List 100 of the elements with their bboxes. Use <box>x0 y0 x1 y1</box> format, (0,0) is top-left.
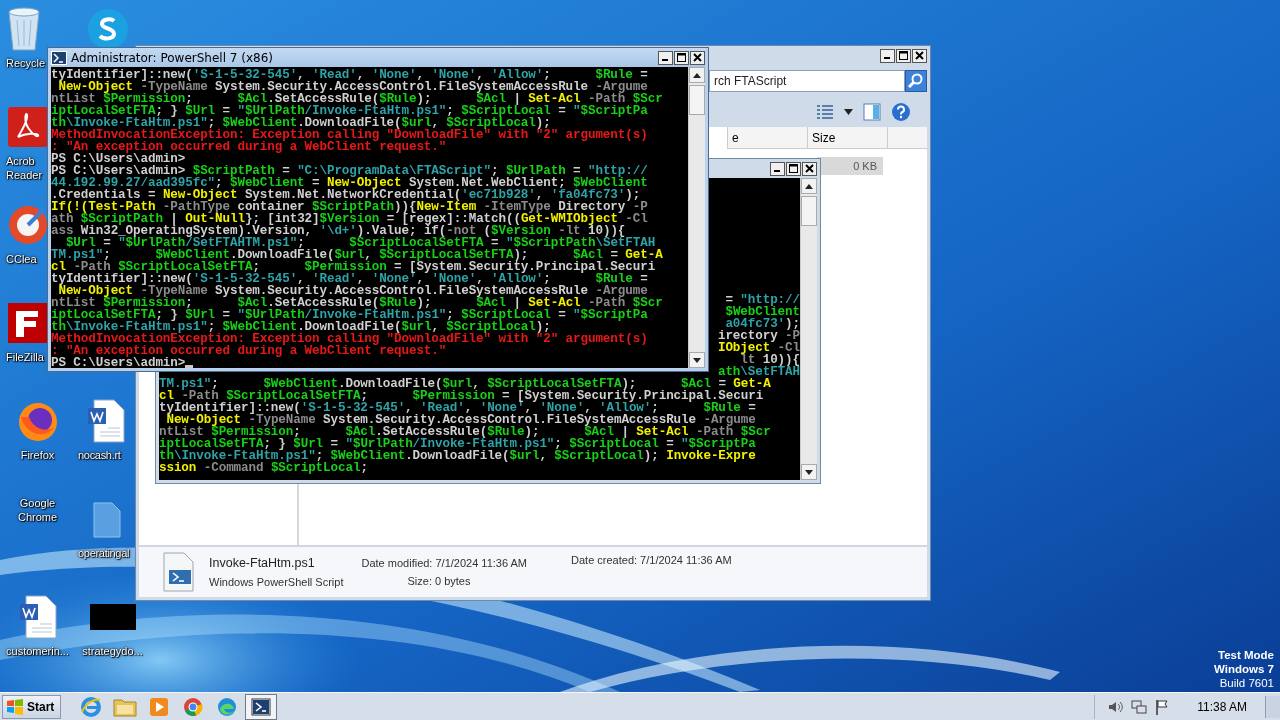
edge-icon <box>217 696 238 717</box>
desktop-icon-label[interactable]: Acrob Reader <box>6 154 43 182</box>
system-info-text: Windows 7 <box>1214 662 1274 676</box>
window-title: Administrator: PowerShell 7 (x86) <box>71 50 274 65</box>
start-button[interactable]: Start <box>2 694 62 719</box>
close-icon <box>915 51 924 60</box>
file-type: Windows PowerShell Script <box>209 576 344 588</box>
file-row[interactable]: 0 KB <box>817 157 883 175</box>
browser-icon <box>80 695 103 718</box>
chrome-icon <box>183 696 204 717</box>
maximize-button[interactable] <box>786 161 801 176</box>
console-line: $Url = "$UrlPath/SetFTAHTM.ps1"; $ScriptLocalSetFTA = "$ScriptPath\SetFTAH <box>65 237 656 249</box>
column-header[interactable]: Size <box>807 127 887 149</box>
recycle-bin-icon <box>6 6 42 52</box>
maximize-icon <box>677 53 686 62</box>
desktop-icon-label[interactable]: customerin... <box>6 644 69 658</box>
console-line: ath\SetFTAH <box>717 366 800 378</box>
column-header[interactable]: e <box>727 127 807 149</box>
scrollbar-thumb[interactable] <box>689 85 705 115</box>
console-line: iptLocalSetFTA; } $Url = "$UrlPath/Invoke-FtaHtm.ps1"; $ScriptLocal = "$ScriptPa <box>51 105 648 117</box>
maximize-icon <box>899 51 908 60</box>
close-button[interactable] <box>690 50 705 65</box>
console-line: cl -Path $ScriptLocalSetFTA; $Permission = [System.Security.Principal.Securi <box>159 390 764 402</box>
file-size: Size: 0 bytes <box>407 575 472 587</box>
console-line: th\Invoke-FtaHtm.ps1"; $WebClient.DownloadFile($url, $ScriptLocal); <box>51 321 551 333</box>
console-line: PS C:\Users\admin> <box>51 357 186 368</box>
powershell-icon <box>251 697 272 716</box>
console-line: a04fc73'); <box>725 318 800 330</box>
taskbar-button[interactable] <box>245 693 278 720</box>
maximize-button[interactable] <box>896 48 911 63</box>
console-line: ass Win32_OperatingSystem).Version, '\d+').Value; if(-not ($Version -lt 10)){ <box>51 225 626 237</box>
console-line: ntList $Permission; $Acl.SetAccessRule($Rule); $Acl | Set-Acl -Path $Scr <box>51 297 663 309</box>
console-line: = "http:// <box>724 294 800 306</box>
search-icon <box>908 73 924 89</box>
console-line: iptLocalSetFTA; } $Url = "$UrlPath/Invoke-FtaHtm.ps1"; $ScriptLocal = "$ScriptPa <box>159 438 756 450</box>
console-line: .Credentials = New-Object System.Net.NetworkCredential('ec71b928', 'fa04fc73'); <box>51 189 641 201</box>
minimize-button[interactable] <box>880 48 895 63</box>
console-line: tyIdentifier]::new('S-1-5-32-545', 'Read', 'None', 'None', 'Allow'; $Rule = <box>51 273 648 285</box>
scroll-down-icon[interactable] <box>805 469 813 475</box>
console-line: MethodInvocationException: Exception calling "DownloadFile" with "2" argument(s) <box>51 129 648 141</box>
folder-icon <box>113 696 138 717</box>
console-line: New-Object -TypeName System.Security.AccessControl.FileSystemAccessRule -Argume <box>58 81 648 93</box>
media-player-icon <box>149 696 170 717</box>
console-line: TM.ps1"; $WebClient.DownloadFile($url, $ScriptLocalSetFTA); $Acl = Get-A <box>51 249 663 261</box>
close-button[interactable] <box>802 161 817 176</box>
scrollbar-thumb[interactable] <box>801 196 817 226</box>
console-line: 44.192.99.27/aad395fc"; $WebClient = New-Object System.Net.WebClient; $WebClient <box>51 177 648 189</box>
console-line: MethodInvocationException: Exception calling "DownloadFile" with "2" argument(s) <box>51 333 648 345</box>
document-icon <box>86 398 126 444</box>
system-info-text: Test Mode <box>1218 648 1274 662</box>
console-line: tyIdentifier]::new('S-1-5-32-545', 'Read', 'None', 'None', 'Allow'; $Rule = <box>159 402 756 414</box>
caret-icon[interactable] <box>844 109 853 115</box>
console-line: $WebClient <box>725 306 800 318</box>
console-line: New-Object -TypeName System.Security.AccessControl.FileSystemAccessRule -Argume <box>166 414 756 426</box>
console-line: : "An exception occurred during a WebClient request." <box>51 345 447 357</box>
scroll-up-icon[interactable] <box>693 72 701 78</box>
console-line: TM.ps1"; $WebClient.DownloadFile($url, $ScriptLocalSetFTA); $Acl = Get-A <box>159 378 771 390</box>
filezilla-app-icon <box>6 300 50 346</box>
desktop-icon-label[interactable]: FileZilla <box>6 350 44 364</box>
desktop-icon-label[interactable]: Google Chrome <box>1 496 74 524</box>
search-button[interactable] <box>905 70 927 92</box>
help-icon[interactable] <box>891 102 911 122</box>
powershell-icon <box>51 50 67 65</box>
desktop-icon-label[interactable]: Recycle <box>6 56 46 70</box>
console-line: tyIdentifier]::new('S-1-5-32-545', 'Read', 'None', 'None', 'Allow'; $Rule = <box>51 69 648 81</box>
console-line: lt 10)){ <box>740 354 800 366</box>
maximize-icon <box>789 164 798 173</box>
desktop-icon-label[interactable]: nocash.rt <box>78 448 121 462</box>
document-icon <box>17 594 58 640</box>
date-modified: Date modified: 7/1/2024 11:36 AM <box>361 557 527 569</box>
close-button[interactable] <box>912 48 927 63</box>
flag-icon[interactable] <box>1155 698 1170 715</box>
console-line: PS C:\Users\admin> <box>51 153 186 165</box>
scroll-down-icon[interactable] <box>693 357 701 363</box>
console-line: New-Object -TypeName System.Security.AccessControl.FileSystemAccessRule -Argume <box>58 285 648 297</box>
console-line: ntList $Permission; $Acl.SetAccessRule($Rule); $Acl | Set-Acl -Path $Scr <box>159 426 771 438</box>
close-icon <box>693 53 702 62</box>
minimize-button[interactable] <box>658 50 673 65</box>
pdf-app-icon <box>6 104 50 150</box>
minimize-button[interactable] <box>770 161 785 176</box>
console-line: : "An exception occurred during a WebClient request." <box>51 141 447 153</box>
windows-logo-icon <box>6 697 24 716</box>
search-field[interactable]: rch FTAScript <box>709 70 905 92</box>
console-line: ath $ScriptPath | Out-Null}; [int32]$Version = [regex]::Match((Get-WMIObject -Cl <box>51 213 648 225</box>
desktop-icon-label[interactable]: Firefox <box>20 448 55 462</box>
scroll-up-icon[interactable] <box>805 183 813 189</box>
scrollbar[interactable] <box>800 178 817 480</box>
clock[interactable]: 11:38 AM <box>1197 699 1247 714</box>
file-name: Invoke-FtaHtm.ps1 <box>209 556 316 570</box>
script-file-icon <box>161 552 195 592</box>
console-line: PS C:\Users\admin> $ScriptPath = "C:\ProgramData\FTAScript"; $UrlPath = "http:// <box>51 165 648 177</box>
date-created: Date created: 7/1/2024 11:36 AM <box>571 554 732 566</box>
scrollbar[interactable] <box>688 67 705 368</box>
view-options-icon[interactable] <box>816 104 834 120</box>
desktop-icon-label[interactable]: CClea <box>6 252 37 266</box>
console-line: iptLocalSetFTA; } $Url = "$UrlPath/Invoke-FtaHtm.ps1"; $ScriptLocal = "$ScriptPa <box>51 309 648 321</box>
maximize-button[interactable] <box>674 50 689 65</box>
desktop-icon-label[interactable]: strategydo... <box>82 644 143 658</box>
network-icon[interactable] <box>1131 698 1148 715</box>
console-line: ntList $Permission; $Acl.SetAccessRule($Rule); $Acl | Set-Acl -Path $Scr <box>51 93 663 105</box>
